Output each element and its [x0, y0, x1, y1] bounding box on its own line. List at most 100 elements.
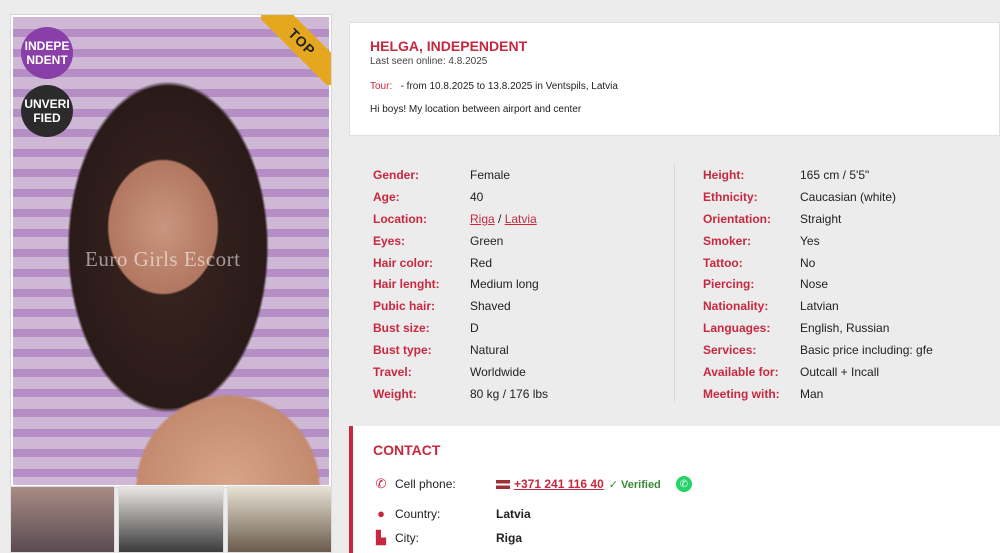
detail-value: Worldwide — [470, 364, 526, 379]
detail-row-available-for: Available for: Outcall + Incall — [703, 361, 933, 383]
detail-value: D — [470, 321, 479, 336]
country-value: Latvia — [496, 506, 531, 521]
independent-badge: INDEPENDENT — [21, 27, 73, 79]
detail-label: Bust type: — [373, 343, 432, 358]
detail-value: Red — [470, 255, 493, 270]
top-ribbon-label: TOP — [261, 15, 331, 85]
detail-label: Hair color: — [373, 255, 434, 270]
detail-label: Bust size: — [373, 321, 430, 336]
detail-label: Location: — [373, 211, 427, 226]
about-text: Hi boys! My location between airport and… — [370, 104, 582, 115]
detail-label: Travel: — [373, 364, 412, 379]
detail-value: 165 cm / 5'5" — [800, 167, 870, 182]
detail-value: Outcall + Incall — [800, 364, 880, 379]
phone-number-link[interactable]: +371 241 116 40 — [514, 477, 604, 491]
detail-row-eyes: Eyes: Green — [373, 230, 548, 252]
detail-row-location: Location: Riga / Latvia — [373, 208, 548, 230]
city-value: Riga — [496, 531, 523, 545]
detail-row-pubic-hair: Pubic hair: Shaved — [373, 295, 548, 317]
detail-row-hair-length: Hair lenght: Medium long — [373, 273, 548, 295]
detail-row-travel: Travel: Worldwide — [373, 361, 548, 383]
thumbnail[interactable] — [118, 486, 224, 553]
detail-row-tattoo: Tattoo: No — [703, 252, 933, 274]
detail-row-piercing: Piercing: Nose — [703, 273, 933, 295]
profile-photo-frame[interactable]: Euro Girls Escort INDEPENDENT UNVERIFIED… — [10, 14, 332, 488]
detail-value: Straight — [800, 211, 842, 226]
phone-label: Cell phone: — [395, 477, 456, 491]
detail-value: Yes — [800, 233, 820, 248]
detail-row-nationality: Nationality: Latvian — [703, 295, 933, 317]
contact-row-phone: ✆ Cell phone: +371 241 116 40 ✓ Verified… — [373, 476, 692, 492]
detail-label: Meeting with: — [703, 386, 780, 401]
detail-value: 80 kg / 176 lbs — [470, 386, 549, 401]
detail-row-languages: Languages: English, Russian — [703, 317, 933, 339]
unverified-badge: UNVERIFIED — [21, 85, 73, 137]
profile-header-card: HELGA, INDEPENDENT Last seen online: 4.8… — [349, 22, 1000, 136]
detail-row-age: Age: 40 — [373, 186, 548, 208]
detail-row-height: Height: 165 cm / 5'5" — [703, 164, 933, 186]
detail-label: Eyes: — [373, 233, 406, 248]
tour-text: - from 10.8.2025 to 13.8.2025 in Ventspi… — [400, 81, 618, 92]
detail-value: Latvian — [800, 299, 839, 314]
detail-label: Languages: — [703, 321, 771, 336]
detail-row-gender: Gender: Female — [373, 164, 548, 186]
detail-row-ethnicity: Ethnicity: Caucasian (white) — [703, 186, 933, 208]
location-value: Riga / Latvia — [470, 212, 537, 226]
tour-info: Tour: - from 10.8.2025 to 13.8.2025 in V… — [370, 81, 979, 92]
detail-row-bust-size: Bust size: D — [373, 317, 548, 339]
detail-label: Tattoo: — [703, 255, 743, 270]
thumbnail[interactable] — [10, 486, 116, 553]
top-ribbon: TOP — [261, 15, 331, 85]
watermark: Euro Girls Escort — [85, 247, 241, 271]
tour-label: Tour: — [370, 81, 393, 92]
detail-label: Orientation: — [703, 211, 771, 226]
whatsapp-icon[interactable]: ✆ — [675, 476, 692, 492]
detail-value: Natural — [470, 343, 509, 358]
contact-card: CONTACT ✆ Cell phone: +371 241 116 40 ✓ … — [349, 426, 1000, 553]
detail-label: Age: — [373, 189, 400, 204]
detail-label: Piercing: — [703, 277, 755, 292]
city-link[interactable]: Riga — [470, 212, 495, 226]
detail-label: Pubic hair: — [373, 299, 436, 314]
profile-name: HELGA, INDEPENDENT — [370, 38, 528, 54]
location-separator: / — [494, 211, 505, 226]
detail-label: Services: — [703, 343, 757, 358]
country-label: Country: — [395, 506, 441, 521]
detail-value: Man — [800, 386, 824, 401]
details-right-column: Height: 165 cm / 5'5" Ethnicity: Caucasian… — [703, 164, 933, 405]
detail-value: Basic price including: gfe — [800, 343, 933, 358]
detail-value: 40 — [470, 189, 484, 204]
detail-label: Height: — [703, 167, 745, 182]
details-divider — [674, 164, 675, 402]
detail-value: Female — [470, 167, 511, 182]
last-seen: Last seen online: 4.8.2025 — [370, 56, 488, 67]
detail-value: Green — [470, 233, 504, 248]
detail-value: English, Russian — [800, 321, 890, 336]
details-left-column: Gender: Female Age: 40 Location: Riga / Lat… — [373, 164, 548, 405]
detail-label: Ethnicity: — [703, 189, 758, 204]
latvia-flag-icon — [496, 479, 510, 489]
detail-value: Nose — [800, 277, 829, 292]
detail-label: Nationality: — [703, 299, 769, 314]
detail-label: Gender: — [373, 167, 420, 182]
detail-value: Medium long — [470, 277, 539, 292]
detail-row-hair-color: Hair color: Red — [373, 252, 548, 274]
globe-icon: ● — [377, 506, 385, 521]
detail-value: Shaved — [470, 299, 511, 314]
detail-row-weight: Weight: 80 kg / 176 lbs — [373, 383, 548, 405]
contact-row-country: ● Country: Latvia — [373, 506, 531, 521]
detail-value: Caucasian (white) — [800, 189, 897, 204]
contact-row-city: ▙ City: Riga — [373, 530, 522, 546]
detail-label: Hair lenght: — [373, 277, 440, 292]
detail-row-smoker: Smoker: Yes — [703, 230, 933, 252]
city-icon: ▙ — [376, 530, 386, 545]
detail-label: Available for: — [703, 364, 779, 379]
detail-row-bust-type: Bust type: Natural — [373, 339, 548, 361]
phone-icon: ✆ — [375, 476, 387, 491]
detail-row-orientation: Orientation: Straight — [703, 208, 933, 230]
country-link[interactable]: Latvia — [505, 212, 537, 226]
detail-row-services: Services: Basic price including: gfe — [703, 339, 933, 361]
thumbnail[interactable] — [226, 486, 332, 553]
detail-row-meeting-with: Meeting with: Man — [703, 383, 933, 405]
detail-value: No — [800, 255, 816, 270]
